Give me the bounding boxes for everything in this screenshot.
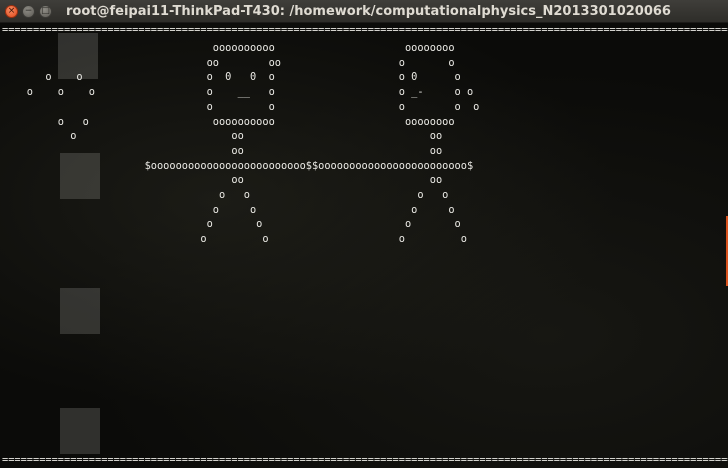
desktop-document-icon — [60, 408, 100, 454]
bottom-separator-line: ========================================… — [2, 454, 728, 466]
window-controls: × − □ — [5, 4, 56, 18]
window-title: root@feipai11-ThinkPad-T430: /homework/c… — [66, 3, 671, 19]
close-window-button[interactable]: × — [5, 4, 18, 18]
terminal-area[interactable]: ========================================… — [0, 23, 728, 468]
ascii-art-output: oooooooooo oooooooo oo oo o o o o o 0 0 … — [26, 42, 480, 246]
terminal-window: × − □ root@feipai11-ThinkPad-T430: /home… — [0, 0, 728, 468]
minimize-window-button[interactable]: − — [22, 4, 35, 18]
desktop-document-icon — [60, 288, 100, 334]
maximize-window-button[interactable]: □ — [39, 4, 52, 18]
top-separator-line: ========================================… — [2, 24, 728, 36]
document-icon — [60, 408, 100, 454]
title-bar[interactable]: × − □ root@feipai11-ThinkPad-T430: /home… — [0, 0, 728, 23]
document-icon — [60, 288, 100, 334]
